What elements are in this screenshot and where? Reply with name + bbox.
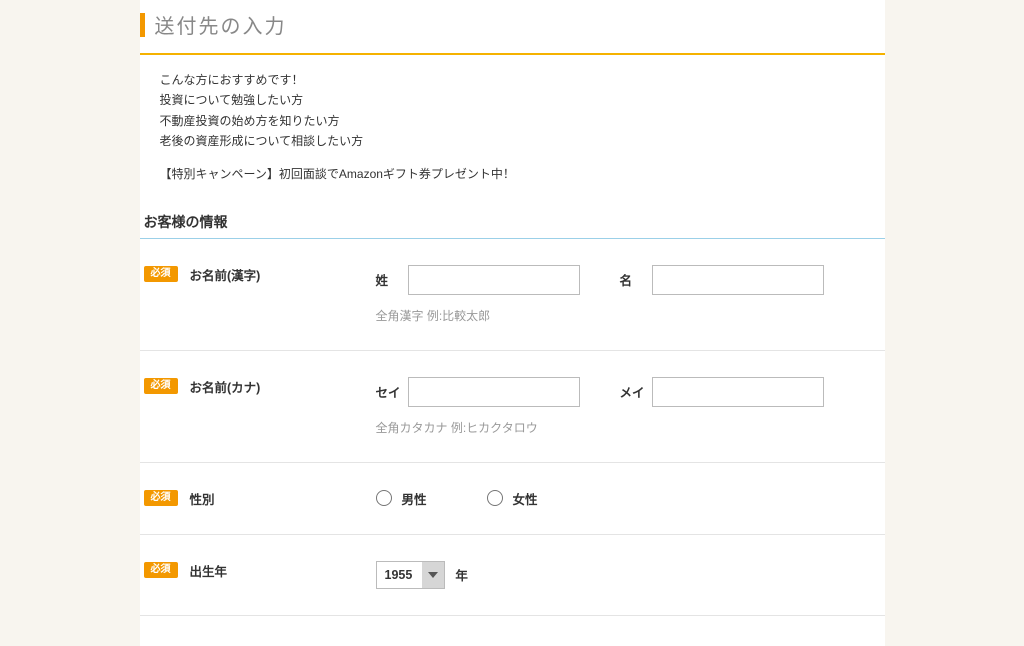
required-badge: 必須	[144, 490, 178, 506]
customer-info-heading: お客様の情報	[140, 204, 885, 239]
label-sei-kana: セイ	[376, 382, 408, 401]
chevron-down-icon	[422, 562, 444, 588]
required-badge: 必須	[144, 266, 178, 282]
section-title: 送付先の入力	[140, 0, 885, 49]
label-mei: 名	[620, 270, 652, 289]
label-name-kanji: お名前(漢字)	[190, 265, 261, 284]
label-gender: 性別	[190, 489, 215, 508]
radio-female-input[interactable]	[487, 490, 503, 506]
radio-male-label: 男性	[402, 489, 427, 508]
hint-name-kana: 全角カタカナ 例:ヒカクタロウ	[376, 419, 881, 436]
input-mei-kanji[interactable]	[652, 265, 824, 295]
radio-male[interactable]: 男性	[376, 489, 427, 508]
select-birth-year[interactable]: 1955	[376, 561, 446, 589]
select-birth-year-value: 1955	[377, 568, 423, 582]
label-sei: 姓	[376, 270, 408, 289]
label-name-kana: お名前(カナ)	[190, 377, 261, 396]
radio-female-label: 女性	[513, 489, 538, 508]
row-gender: 必須 性別 男性 女性	[140, 463, 885, 534]
title-accent-bar	[140, 13, 145, 37]
intro-line: こんな方におすすめです！	[160, 70, 865, 90]
intro-line: 投資について勉強したい方	[160, 90, 865, 110]
radio-male-input[interactable]	[376, 490, 392, 506]
label-mei-kana: メイ	[620, 382, 652, 401]
required-badge: 必須	[144, 378, 178, 394]
title-underline	[140, 53, 885, 55]
intro-block: こんな方におすすめです！ 投資について勉強したい方 不動産投資の始め方を知りたい…	[140, 65, 885, 204]
intro-promo: 【特別キャンペーン】初回面談でAmazonギフト券プレゼント中！	[160, 164, 865, 184]
hint-name-kanji: 全角漢字 例:比較太郎	[376, 307, 881, 324]
row-name-kanji: 必須 お名前(漢字) 姓 名 全角漢字 例:比較太郎	[140, 239, 885, 350]
divider	[140, 615, 885, 616]
row-name-kana: 必須 お名前(カナ) セイ メイ 全角カタカナ 例:ヒカクタロウ	[140, 351, 885, 462]
radio-female[interactable]: 女性	[487, 489, 538, 508]
label-birth-year: 出生年	[190, 561, 228, 580]
input-sei-kanji[interactable]	[408, 265, 580, 295]
input-sei-kana[interactable]	[408, 377, 580, 407]
intro-line: 不動産投資の始め方を知りたい方	[160, 111, 865, 131]
row-birth-year: 必須 出生年 1955 年	[140, 535, 885, 615]
section-title-text: 送付先の入力	[155, 10, 287, 39]
required-badge: 必須	[144, 562, 178, 578]
input-mei-kana[interactable]	[652, 377, 824, 407]
intro-line: 老後の資産形成について相談したい方	[160, 131, 865, 151]
birth-year-suffix: 年	[455, 565, 468, 584]
